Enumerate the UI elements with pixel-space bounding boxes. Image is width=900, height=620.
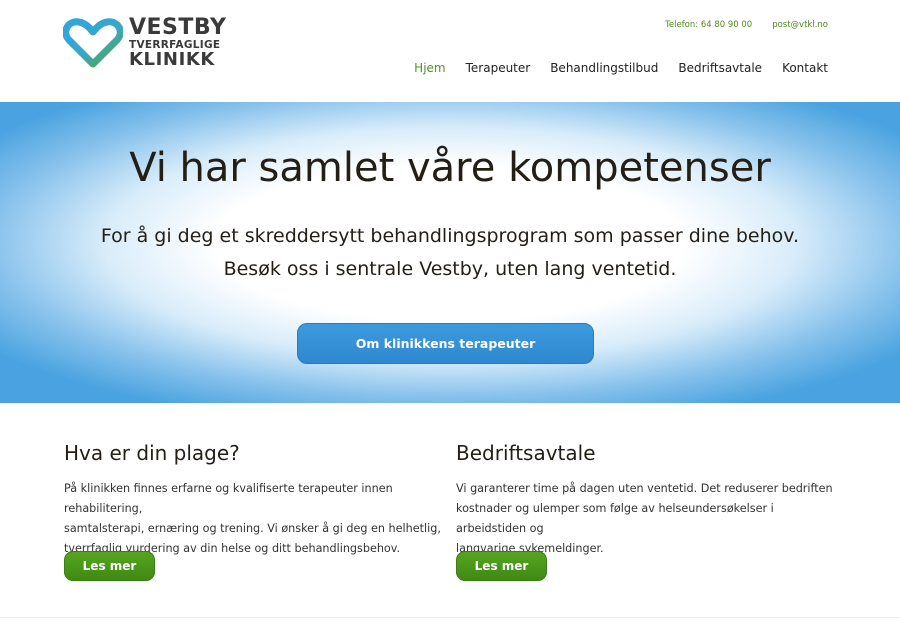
nav-item-terapeuter[interactable]: Terapeuter [466,61,531,75]
section-text: På klinikken finnes erfarne og kvalifise… [64,479,444,559]
therapists-button[interactable]: Om klinikkens terapeuter [297,323,594,364]
hero-subtitle: For å gi deg et skreddersytt behandlings… [0,220,900,286]
site-header: VESTBY TVERRFAGLIGE KLINIKK Telefon: 64 … [0,0,900,102]
section-text-line: kostnader og ulemper som følge av helseu… [456,502,774,535]
section-text-line: På klinikken finnes erfarne og kvalifise… [64,482,393,515]
read-more-button[interactable]: Les mer [64,551,155,581]
hero-subtitle-line-1: For å gi deg et skreddersytt behandlings… [100,225,800,247]
nav-item-behandlingstilbud[interactable]: Behandlingstilbud [550,61,658,75]
main-nav: Hjem Terapeuter Behandlingstilbud Bedrif… [414,61,828,75]
email-link[interactable]: post@vtkl.no [772,20,828,30]
logo-line-vestby: VESTBY [129,15,227,40]
hero-title: Vi har samlet våre kompetenser [129,145,771,191]
phone-number[interactable]: Telefon: 64 80 90 00 [665,20,752,30]
hero-banner: Vi har samlet våre kompetenser For å gi … [0,102,900,403]
hero-subtitle-line-2: Besøk oss i sentrale Vestby, uten lang v… [223,258,677,280]
read-more-button[interactable]: Les mer [456,551,547,581]
nav-item-bedriftsavtale[interactable]: Bedriftsavtale [678,61,762,75]
section-text-line: Vi garanterer time på dagen uten venteti… [456,482,833,495]
heart-logo-icon [63,18,123,68]
section-text-line: samtalsterapi, ernæring og trening. Vi ø… [64,522,441,535]
logo[interactable]: VESTBY TVERRFAGLIGE KLINIKK [63,17,226,69]
section-company-agreement: Bedriftsavtale Vi garanterer time på dag… [456,441,836,581]
section-title: Hva er din plage? [64,441,240,465]
nav-item-hjem[interactable]: Hjem [414,61,445,75]
divider [0,617,900,618]
contact-info: Telefon: 64 80 90 00 post@vtkl.no [665,20,828,30]
nav-item-kontakt[interactable]: Kontakt [782,61,828,75]
logo-line-klinikk: KLINIKK [129,48,215,70]
section-title: Bedriftsavtale [456,441,596,465]
section-text: Vi garanterer time på dagen uten venteti… [456,479,836,559]
section-complaint: Hva er din plage? På klinikken finnes er… [64,441,444,581]
